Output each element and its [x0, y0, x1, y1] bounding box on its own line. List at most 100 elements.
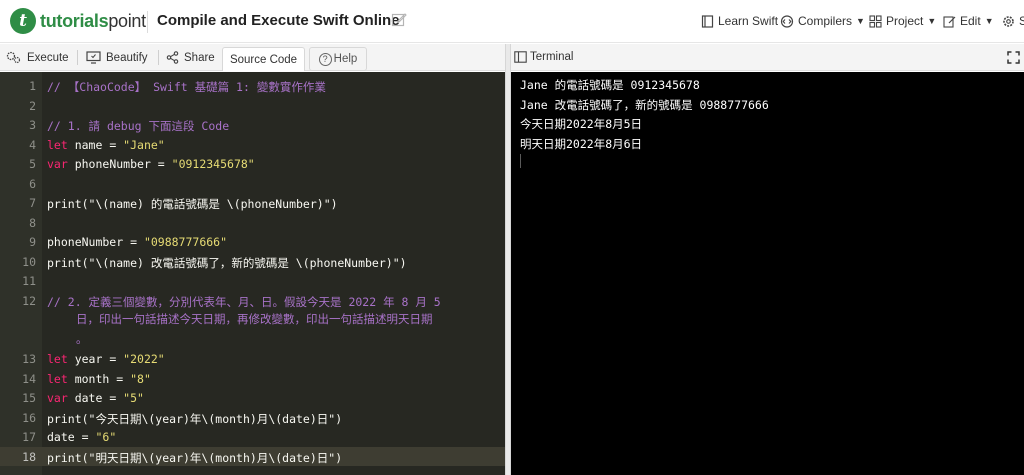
expand-icon[interactable] [1007, 51, 1020, 64]
toolbar-divider [158, 50, 159, 65]
nav-learn-swift[interactable]: Learn Swift [701, 11, 778, 31]
beautify-label: Beautify [106, 51, 148, 64]
execute-label: Execute [27, 51, 69, 64]
code-text: print("\(name) 改電話號碼了，新的號碼是 \(phoneNumbe… [47, 255, 407, 270]
code-token: year = [67, 352, 124, 366]
tutorialspoint-logo[interactable]: t tutorialspoint [10, 7, 146, 35]
terminal-line: Jane 改電話號碼了，新的號碼是 0988777666 [520, 97, 769, 112]
code-token: phoneNumber = [47, 235, 144, 249]
code-text: let year = "2022" [47, 352, 165, 366]
grid-icon [869, 14, 882, 28]
terminal-line: Jane 的電話號碼是 0912345678 [520, 78, 700, 92]
chevron-down-icon: ▼ [984, 16, 994, 26]
help-button[interactable]: ? Help [309, 47, 367, 71]
code-line: 10 print("\(name) 改電話號碼了，新的號碼是 \(phoneNu… [0, 252, 505, 272]
code-text: print("今天日期\(year)年\(month)月\(date)日") [47, 411, 343, 426]
line-number: 9 [29, 235, 36, 249]
keyword-token: var [47, 391, 68, 405]
code-text-wrapped: 日，印出一句話描述今天日期，再修改變數，印出一句話描述明天日期 [76, 311, 433, 326]
share-button[interactable]: Share [166, 44, 215, 71]
string-token: "0988777666" [143, 235, 228, 249]
tab-source-code[interactable]: Source Code [222, 47, 305, 71]
line-number: 2 [29, 98, 36, 113]
line-number: 8 [29, 215, 36, 230]
string-token: "8" [130, 371, 151, 386]
terminal-toolbar: Terminal [511, 44, 1024, 71]
code-token: phoneNumber = [67, 157, 172, 171]
nav-learn-swift-label: Learn Swift [718, 14, 779, 28]
nav-settings[interactable]: S [1002, 11, 1024, 31]
code-line: 3 // 1. 請 debug 下面這段 Code [0, 115, 505, 135]
edit-icon [943, 15, 956, 28]
editor-toolbar: Execute Beautify Share Source Code ? Hel… [0, 44, 505, 71]
beautify-button[interactable]: Beautify [86, 44, 148, 71]
line-number: 16 [22, 410, 36, 425]
code-line: 9 phoneNumber = "0988777666" [0, 232, 505, 252]
nav-compilers[interactable]: Compilers ▼ [780, 11, 865, 31]
string-token: "2022" [123, 352, 165, 366]
line-number: 5 [29, 157, 36, 171]
chevron-down-icon: ▼ [927, 16, 937, 26]
chevron-down-icon: ▼ [856, 16, 865, 26]
code-line: 6 [0, 174, 505, 194]
nav-compilers-label: Compilers [798, 14, 853, 28]
code-text: // 【ChaoCode】 Swift 基礎篇 1: 變數實作作業 [47, 80, 326, 94]
toolbar-divider [77, 50, 78, 65]
nav-edit[interactable]: Edit ▼ [943, 11, 994, 31]
line-number: 18 [0, 449, 36, 464]
line-number: 4 [29, 137, 36, 152]
code-text: print("\(name) 的電話號碼是 \(phoneNumber)") [47, 197, 338, 211]
code-token: month = [67, 371, 131, 386]
logo-wordmark: tutorialspoint [40, 11, 146, 32]
terminal-tab[interactable]: Terminal [514, 51, 573, 63]
code-text: var date = "5" [47, 391, 144, 405]
edit-title-icon[interactable] [391, 12, 407, 28]
code-text: let name = "Jane" [47, 138, 165, 152]
code-line: 17 date = "6" [0, 427, 505, 447]
code-line: 5 var phoneNumber = "0912345678" [0, 154, 505, 174]
code-line: 7 print("\(name) 的電話號碼是 \(phoneNumber)") [0, 193, 505, 213]
line-number: 15 [22, 391, 36, 405]
line-number: 17 [22, 430, 36, 444]
string-token: "Jane" [123, 137, 165, 152]
code-line: 13 let year = "2022" [0, 349, 505, 369]
logo-mark-icon: t [10, 8, 36, 34]
terminal-line: 今天日期2022年8月5日 [520, 117, 643, 131]
nav-project[interactable]: Project ▼ [869, 11, 936, 31]
code-text-wrapped: 。 [76, 331, 88, 346]
code-text: date = "6" [47, 430, 116, 444]
string-token: "5" [123, 391, 144, 405]
terminal-output[interactable]: Jane 的電話號碼是 0912345678 Jane 改電話號碼了，新的號碼是… [511, 72, 1024, 475]
logo-text-part1: tutorials [40, 10, 109, 31]
code-line: 12 // 2. 定義三個變數，分別代表年、月、日。假設今天是 2022 年 8… [0, 291, 505, 349]
code-text: // 1. 請 debug 下面這段 Code [47, 119, 230, 133]
line-number: 14 [22, 371, 36, 386]
line-number: 6 [29, 176, 36, 191]
terminal-line: 明天日期2022年8月6日 [520, 136, 643, 151]
keyword-token: let [47, 371, 68, 386]
code-line: 14 let month = "8" [0, 369, 505, 389]
code-line-active: 18 print("明天日期\(year)年\(month)月\(date)日"… [0, 446, 505, 466]
code-line: 15 var date = "5" [0, 388, 505, 408]
execute-button[interactable]: Execute [6, 44, 69, 71]
code-line: 16 print("今天日期\(year)年\(month)月\(date)日"… [0, 408, 505, 428]
code-text: phoneNumber = "0988777666" [47, 235, 227, 249]
line-number: 7 [29, 196, 36, 210]
code-line: 4 let name = "Jane" [0, 135, 505, 155]
terminal-label: Terminal [530, 51, 574, 63]
code-editor[interactable]: 1 // 【ChaoCode】 Swift 基礎篇 1: 變數實作作業 2 3 … [0, 72, 505, 475]
string-token: "0912345678" [171, 157, 255, 171]
code-token: date = [67, 391, 124, 405]
code-text: var phoneNumber = "0912345678" [47, 157, 255, 171]
top-header: t tutorialspoint Compile and Execute Swi… [0, 0, 1024, 43]
help-icon: ? [318, 52, 332, 66]
book-icon [701, 14, 714, 28]
terminal-cursor [520, 154, 521, 168]
line-number: 12 [22, 293, 36, 308]
line-number: 3 [29, 118, 36, 132]
gears-icon [6, 51, 21, 64]
code-text: let month = "8" [47, 372, 151, 386]
code-text: // 2. 定義三個變數，分別代表年、月、日。假設今天是 2022 年 8 月 … [47, 294, 441, 309]
logo-text-part2: point [108, 10, 146, 31]
nav-project-label: Project [886, 14, 924, 28]
